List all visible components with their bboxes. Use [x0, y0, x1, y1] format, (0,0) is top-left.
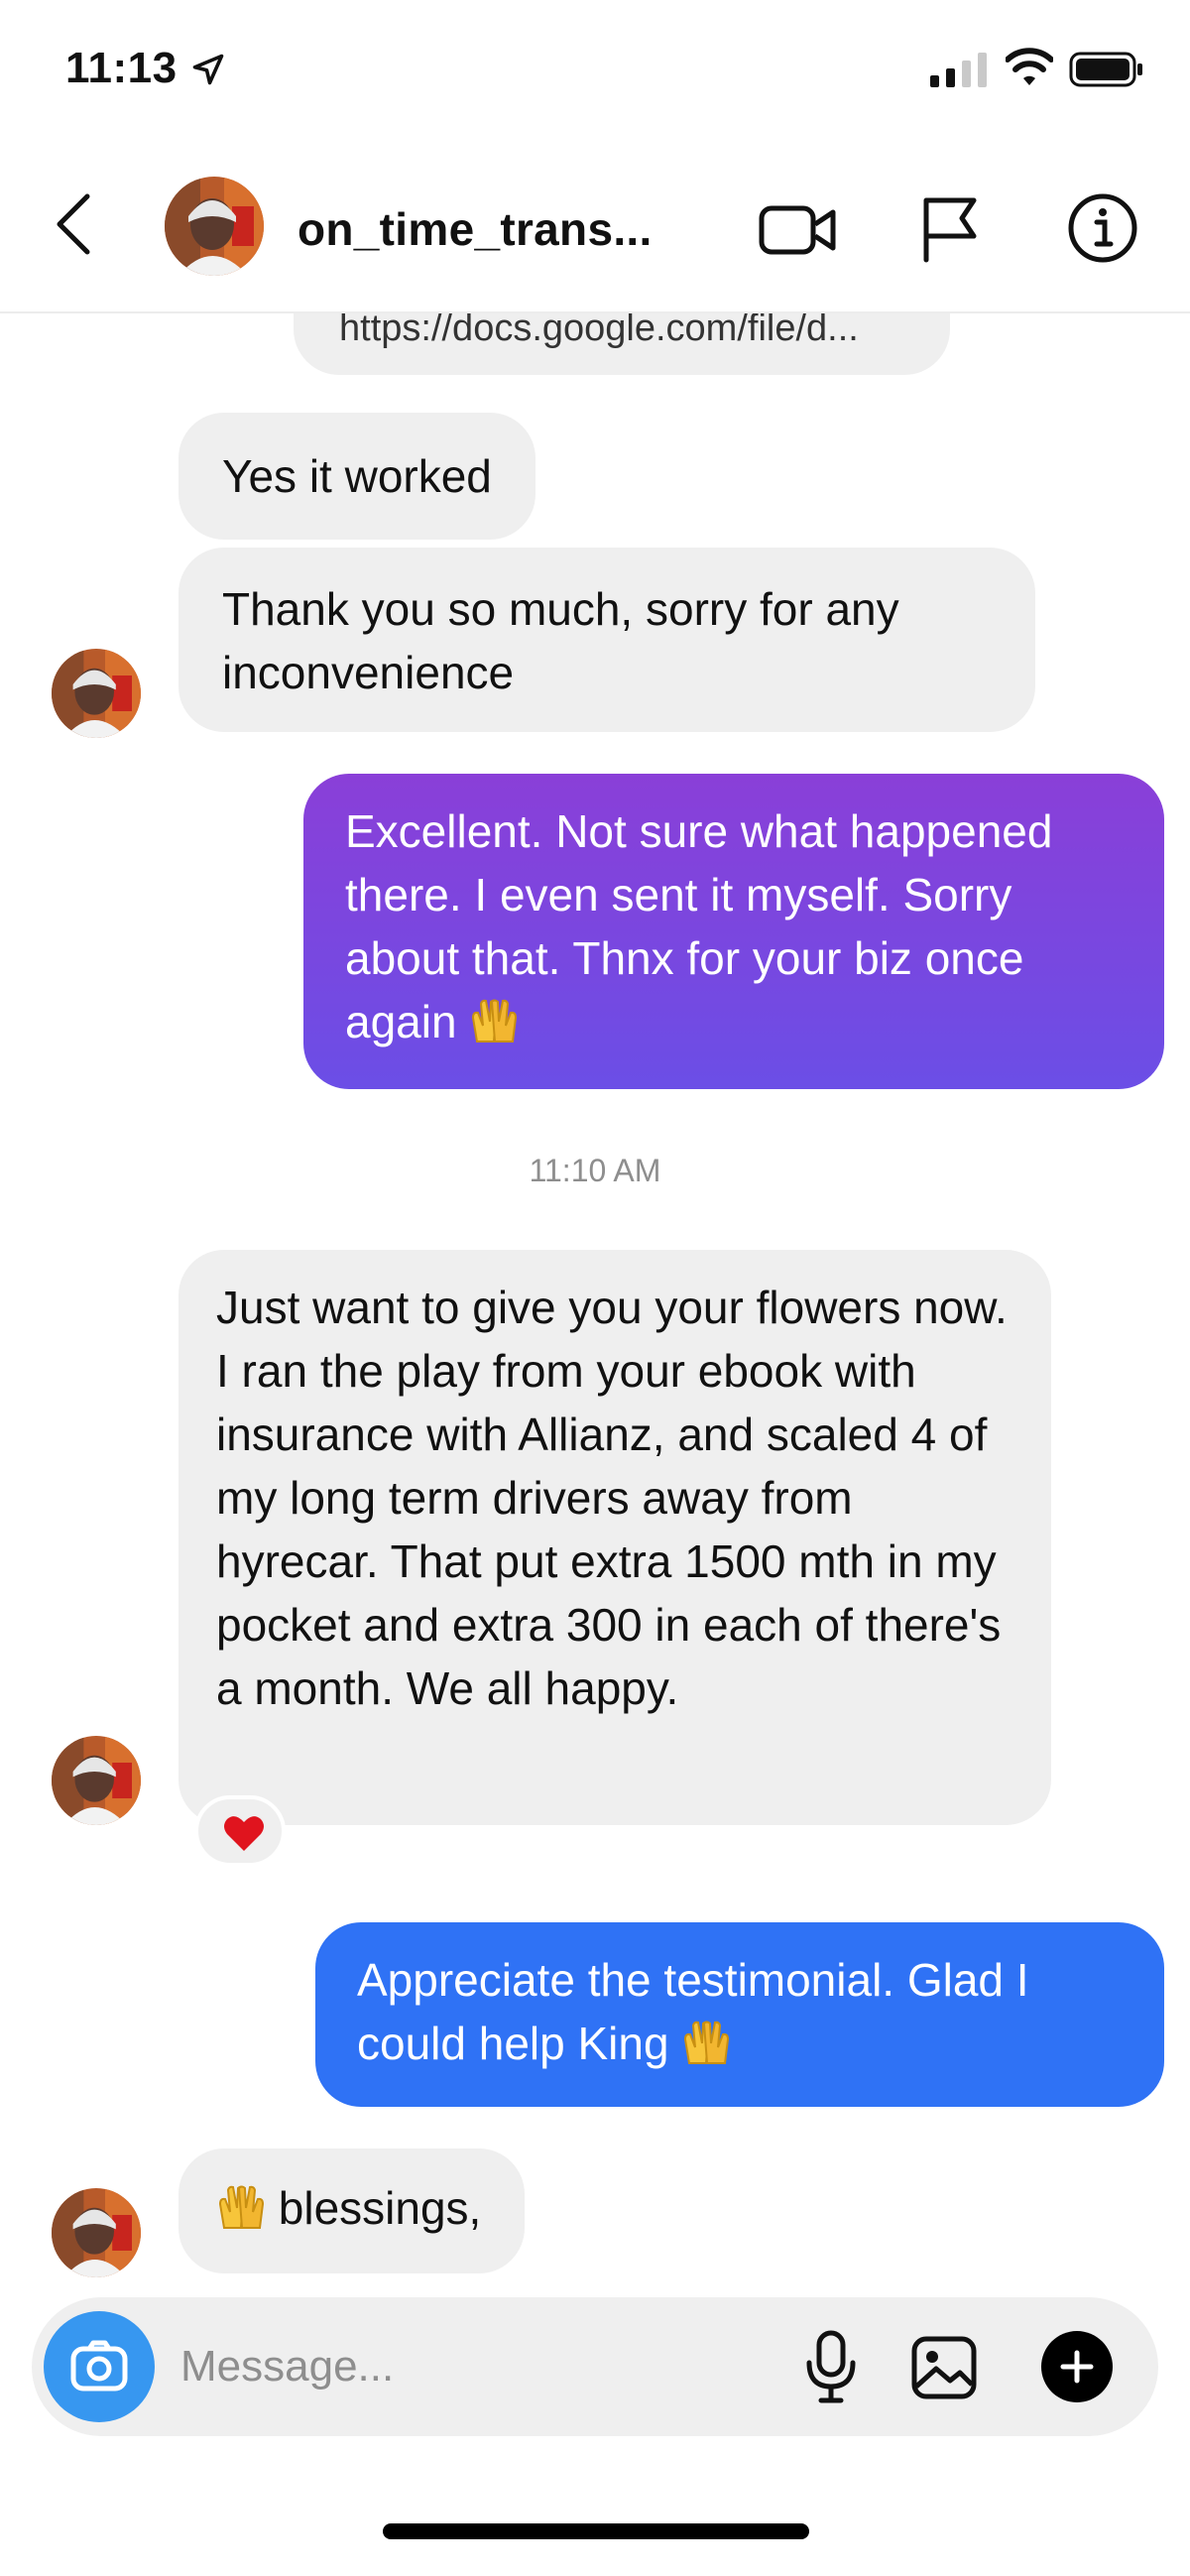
message-text: blessings,	[278, 2182, 482, 2234]
battery-icon	[1069, 52, 1142, 87]
status-time: 11:13	[65, 44, 178, 92]
sender-avatar[interactable]	[52, 649, 141, 738]
message-bubble-incoming[interactable]: Just want to give you your flowers now. …	[178, 1250, 1051, 1825]
message-bubble-incoming[interactable]: Yes it worked	[178, 413, 536, 540]
raised-hands-emoji	[218, 2185, 265, 2229]
info-icon[interactable]	[1067, 192, 1138, 264]
video-call-icon[interactable]	[758, 200, 841, 260]
message-input[interactable]	[180, 2337, 756, 2396]
plus-icon	[1060, 2350, 1094, 2384]
sender-avatar[interactable]	[52, 2188, 141, 2277]
message-bubble-incoming[interactable]: Thank you so much, sorry for any inconve…	[178, 548, 1035, 732]
status-bar: 11:13	[0, 0, 1190, 139]
raised-hands-emoji	[684, 2021, 730, 2064]
message-thread[interactable]: https://docs.google.com/file/d... Yes it…	[0, 313, 1190, 2297]
microphone-icon[interactable]	[803, 2329, 859, 2404]
message-bubble-outgoing[interactable]: Appreciate the testimonial. Glad I could…	[315, 1922, 1164, 2107]
message-bubble-incoming[interactable]: blessings,	[178, 2148, 526, 2273]
add-content-button[interactable]	[1041, 2331, 1113, 2402]
message-composer	[32, 2297, 1158, 2436]
home-indicator[interactable]	[383, 2523, 809, 2539]
heart-reaction[interactable]	[194, 1795, 286, 1867]
message-timestamp: 11:10 AM	[529, 1153, 661, 1188]
message-bubble-outgoing[interactable]: Excellent. Not sure what happened there.…	[303, 774, 1164, 1089]
wifi-icon	[1006, 48, 1053, 85]
contact-name[interactable]: on_time_trans...	[298, 202, 653, 256]
contact-avatar[interactable]	[165, 177, 264, 276]
back-chevron-icon[interactable]	[52, 192, 95, 256]
raised-hands-emoji	[472, 999, 518, 1043]
link-preview-url[interactable]: https://docs.google.com/file/d...	[339, 313, 859, 347]
gallery-icon[interactable]	[910, 2335, 978, 2400]
cellular-signal-icon	[930, 53, 987, 87]
flag-icon[interactable]	[918, 194, 982, 264]
sender-avatar[interactable]	[52, 1736, 141, 1825]
message-text: Excellent. Not sure what happened there.…	[345, 805, 1053, 1047]
heart-icon	[224, 1816, 264, 1851]
location-arrow-icon	[192, 54, 224, 85]
chat-header: on_time_trans...	[0, 139, 1190, 313]
camera-button[interactable]	[44, 2311, 155, 2422]
camera-icon	[70, 2340, 128, 2392]
